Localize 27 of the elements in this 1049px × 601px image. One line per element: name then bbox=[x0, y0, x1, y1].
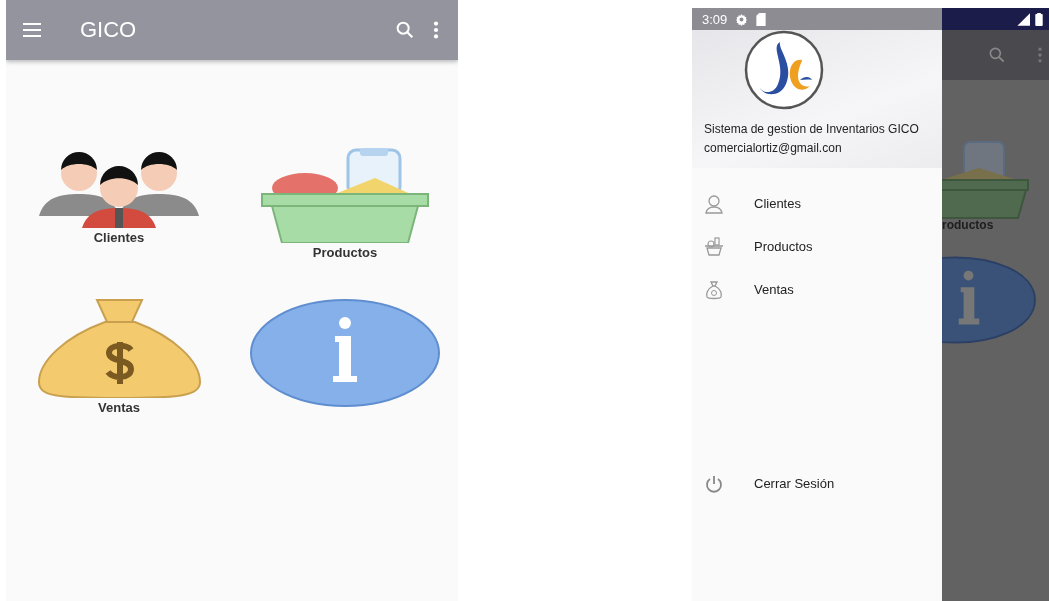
tile-label: Clientes bbox=[93, 230, 145, 245]
user-email: comercialortiz@gmail.con bbox=[704, 141, 843, 155]
person-icon bbox=[704, 193, 724, 214]
drawer-menu-item[interactable]: Clientes bbox=[692, 182, 942, 225]
dimmed-label: roductos bbox=[942, 218, 995, 232]
sd-card-icon bbox=[756, 12, 767, 26]
more-options-icon bbox=[1037, 45, 1043, 65]
battery-icon bbox=[1035, 12, 1043, 26]
tile-label: Productos bbox=[312, 245, 378, 260]
logo-icon bbox=[744, 30, 824, 110]
logout-item[interactable]: Cerrar Sesión bbox=[692, 462, 942, 505]
app-title: GICO bbox=[80, 17, 137, 43]
search-icon bbox=[987, 45, 1007, 65]
settings-icon bbox=[735, 12, 749, 26]
money-bag-icon bbox=[704, 279, 724, 300]
basket-icon bbox=[704, 236, 724, 257]
money-bag-icon[interactable] bbox=[36, 298, 202, 398]
power-icon bbox=[704, 473, 724, 494]
grocery-basket-icon[interactable] bbox=[260, 148, 430, 243]
search-icon[interactable] bbox=[394, 19, 416, 41]
tile-label: Ventas bbox=[98, 400, 140, 415]
drawer-menu-item[interactable]: Ventas bbox=[692, 268, 942, 311]
drawer-menu-item[interactable]: Productos bbox=[692, 225, 942, 268]
status-time: 3:09 bbox=[702, 11, 728, 27]
info-icon[interactable] bbox=[249, 298, 441, 408]
more-options-icon[interactable] bbox=[432, 19, 440, 41]
app-description: Sistema de gestion de Inventarios GICO bbox=[704, 122, 920, 136]
